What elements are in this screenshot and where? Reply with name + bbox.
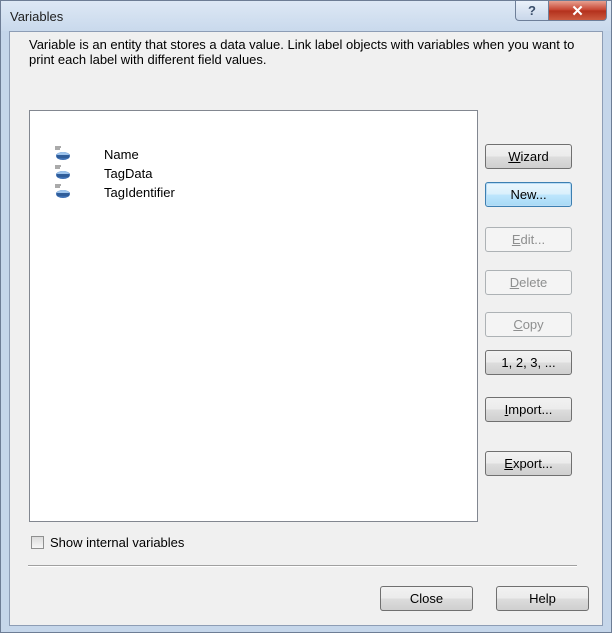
help-button[interactable]: Help [496,586,589,611]
variable-icon [55,184,70,198]
list-item-name[interactable]: Name [52,145,139,163]
footer-divider [28,565,577,567]
show-internal-variables-row[interactable]: Show internal variables [31,535,184,550]
title-close-button[interactable]: ✕ [548,1,607,21]
export-button[interactable]: Export... [485,451,572,476]
close-icon: ✕ [571,2,584,20]
variables-list[interactable]: Name TagData TagIdentifier [29,110,478,522]
new-button[interactable]: New... [485,182,572,207]
question-mark-icon: ? [528,3,536,18]
list-item-label: Name [104,146,139,162]
variables-dialog: Variables ? ✕ Variable is an entity that… [0,0,612,633]
list-item-tagidentifier[interactable]: TagIdentifier [52,183,175,201]
copy-button[interactable]: Copy [485,312,572,337]
wizard-button[interactable]: Wizard [485,144,572,169]
delete-button[interactable]: Delete [485,270,572,295]
show-internal-label: Show internal variables [50,535,185,550]
import-button[interactable]: Import... [485,397,572,422]
list-item-tagdata[interactable]: TagData [52,164,152,182]
list-item-label: TagData [104,165,153,181]
close-button[interactable]: Close [380,586,473,611]
variable-icon [55,165,70,179]
dialog-title: Variables [10,9,64,24]
list-item-label: TagIdentifier [104,184,175,200]
sequence-button[interactable]: 1, 2, 3, ... [485,350,572,375]
edit-button[interactable]: Edit... [485,227,572,252]
title-help-button[interactable]: ? [515,1,549,21]
description-text: Variable is an entity that stores a data… [29,37,575,67]
title-bar[interactable]: Variables ? ✕ [1,1,611,31]
show-internal-checkbox[interactable] [31,536,44,549]
variable-icon [55,146,70,160]
